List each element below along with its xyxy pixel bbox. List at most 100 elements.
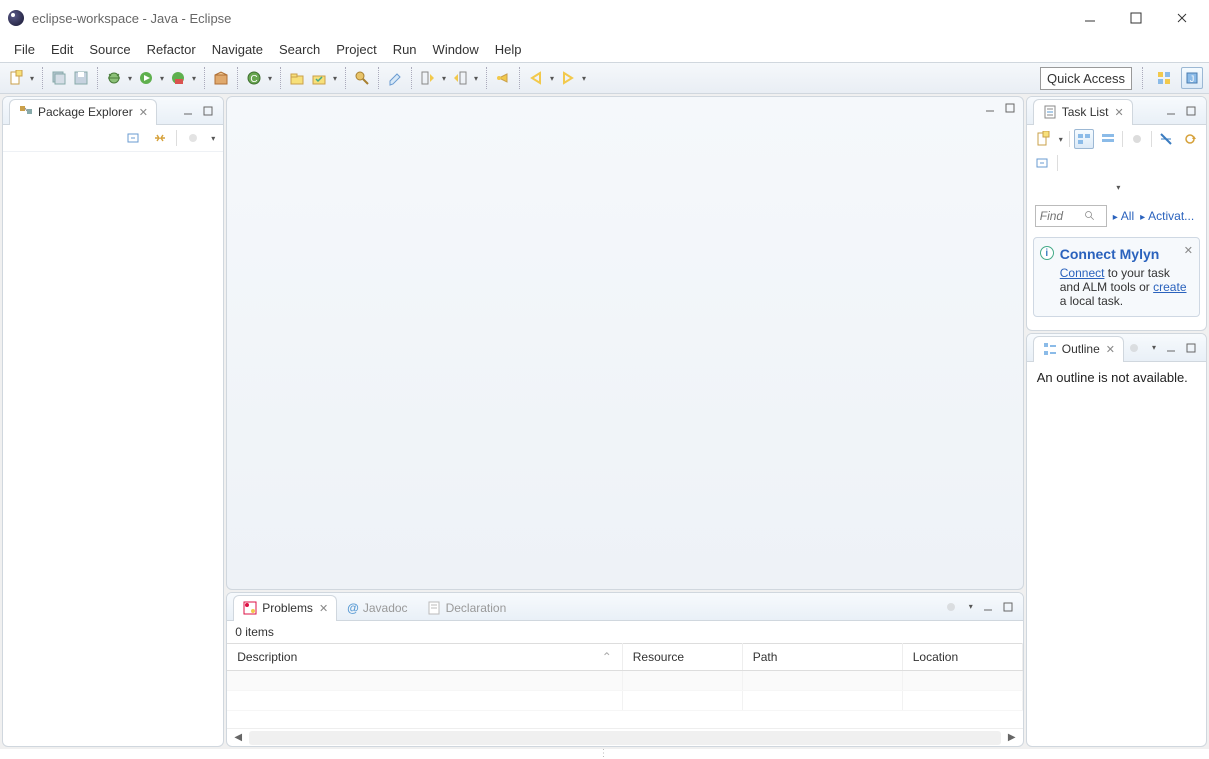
focus-task-button[interactable] [183,128,203,148]
next-annotation-dropdown[interactable]: ▾ [440,68,448,88]
problems-tab[interactable]: Problems ✕ [233,595,337,621]
menu-window[interactable]: Window [425,39,487,60]
new-task-button[interactable] [1033,129,1053,149]
declaration-tab[interactable]: Declaration [418,595,515,621]
close-icon[interactable]: ✕ [1114,106,1123,119]
close-icon[interactable]: ✕ [139,106,148,119]
col-path[interactable]: Path [742,644,902,671]
all-link[interactable]: All [1113,209,1134,223]
minimize-view-button[interactable] [1164,104,1178,118]
minimize-view-button[interactable] [1164,341,1178,355]
search-button[interactable] [352,68,372,88]
task-list-filter-row: All Activat... [1027,201,1206,231]
hide-completed-button[interactable] [1156,129,1176,149]
col-resource[interactable]: Resource [622,644,742,671]
maximize-view-button[interactable] [1001,600,1015,614]
menu-help[interactable]: Help [487,39,530,60]
new-package-button[interactable] [211,68,231,88]
synchronize-button[interactable] [1180,129,1200,149]
close-icon[interactable]: ✕ [319,602,328,615]
table-row [227,671,1022,691]
minimize-view-button[interactable] [181,104,195,118]
menu-navigate[interactable]: Navigate [204,39,271,60]
link-editor-button[interactable] [150,128,170,148]
scroll-right-arrow[interactable]: ▶ [1003,731,1021,745]
close-button[interactable] [1159,3,1205,33]
next-annotation-button[interactable] [418,68,438,88]
view-menu-dropdown[interactable]: ▾ [209,128,217,148]
scroll-left-arrow[interactable]: ◀ [229,731,247,745]
save-button[interactable] [71,68,91,88]
tasklist-view-menu[interactable]: ▾ [1033,177,1200,197]
problems-hscrollbar[interactable]: ◀ ▶ [227,728,1023,746]
focus-task-button[interactable] [941,597,961,617]
categorized-button[interactable] [1074,129,1094,149]
problems-view-menu[interactable]: ▾ [967,597,975,617]
coverage-dropdown[interactable]: ▾ [190,68,198,88]
run-dropdown[interactable]: ▾ [158,68,166,88]
java-perspective-button[interactable]: J [1181,67,1203,89]
new-dropdown[interactable]: ▾ [28,68,36,88]
editor-minimize-button[interactable] [983,101,997,115]
editor-maximize-button[interactable] [1003,101,1017,115]
menu-refactor[interactable]: Refactor [139,39,204,60]
connect-link[interactable]: Connect [1060,266,1105,280]
last-edit-button[interactable] [493,68,513,88]
minimize-view-button[interactable] [981,600,995,614]
col-description[interactable]: Description ⌃ [227,644,622,671]
outline-tab[interactable]: Outline ✕ [1033,336,1124,362]
coverage-button[interactable] [168,68,188,88]
open-task-dropdown[interactable]: ▾ [331,68,339,88]
new-task-dropdown[interactable]: ▾ [1057,129,1065,149]
open-type-button[interactable] [287,68,307,88]
collapse-all-button[interactable] [1033,153,1053,173]
forward-button[interactable] [558,68,578,88]
collapse-all-button[interactable] [124,128,144,148]
menu-file[interactable]: File [6,39,43,60]
focus-task-button[interactable] [1124,338,1144,358]
bottom-sash[interactable]: ⋮ [0,749,1209,757]
new-button[interactable] [6,68,26,88]
quick-access-field[interactable]: Quick Access [1040,67,1132,90]
save-all-button[interactable] [49,68,69,88]
back-button[interactable] [526,68,546,88]
menu-source[interactable]: Source [81,39,138,60]
run-button[interactable] [136,68,156,88]
maximize-button[interactable] [1113,3,1159,33]
package-explorer-icon [18,104,34,120]
minimize-button[interactable] [1067,3,1113,33]
new-class-button[interactable]: C [244,68,264,88]
menu-search[interactable]: Search [271,39,328,60]
activate-link[interactable]: Activat... [1140,209,1194,223]
scheduled-button[interactable] [1098,129,1118,149]
task-list-tab[interactable]: Task List ✕ [1033,99,1133,125]
find-input[interactable] [1040,209,1080,223]
toggle-mark-button[interactable] [385,68,405,88]
close-icon[interactable]: ✕ [1106,343,1115,356]
menu-project[interactable]: Project [328,39,384,60]
back-dropdown[interactable]: ▾ [548,68,556,88]
open-task-button[interactable] [309,68,329,88]
maximize-view-button[interactable] [201,104,215,118]
javadoc-tab[interactable]: @ Javadoc [339,595,415,621]
debug-button[interactable] [104,68,124,88]
open-perspective-button[interactable] [1153,67,1175,89]
menu-edit[interactable]: Edit [43,39,81,60]
outline-view-menu[interactable]: ▾ [1150,338,1158,358]
maximize-view-button[interactable] [1184,341,1198,355]
focus-workweek-button[interactable] [1127,129,1147,149]
close-panel-icon[interactable]: ✕ [1184,244,1193,257]
forward-dropdown[interactable]: ▾ [580,68,588,88]
prev-annotation-button[interactable] [450,68,470,88]
package-explorer-tab[interactable]: Package Explorer ✕ [9,99,157,125]
create-link[interactable]: create [1153,280,1186,294]
scroll-track[interactable] [249,731,1001,745]
prev-annotation-dropdown[interactable]: ▾ [472,68,480,88]
maximize-view-button[interactable] [1184,104,1198,118]
new-class-dropdown[interactable]: ▾ [266,68,274,88]
col-location[interactable]: Location [902,644,1022,671]
menu-run[interactable]: Run [385,39,425,60]
editor-area[interactable] [226,96,1024,590]
debug-dropdown[interactable]: ▾ [126,68,134,88]
find-box[interactable] [1035,205,1107,227]
